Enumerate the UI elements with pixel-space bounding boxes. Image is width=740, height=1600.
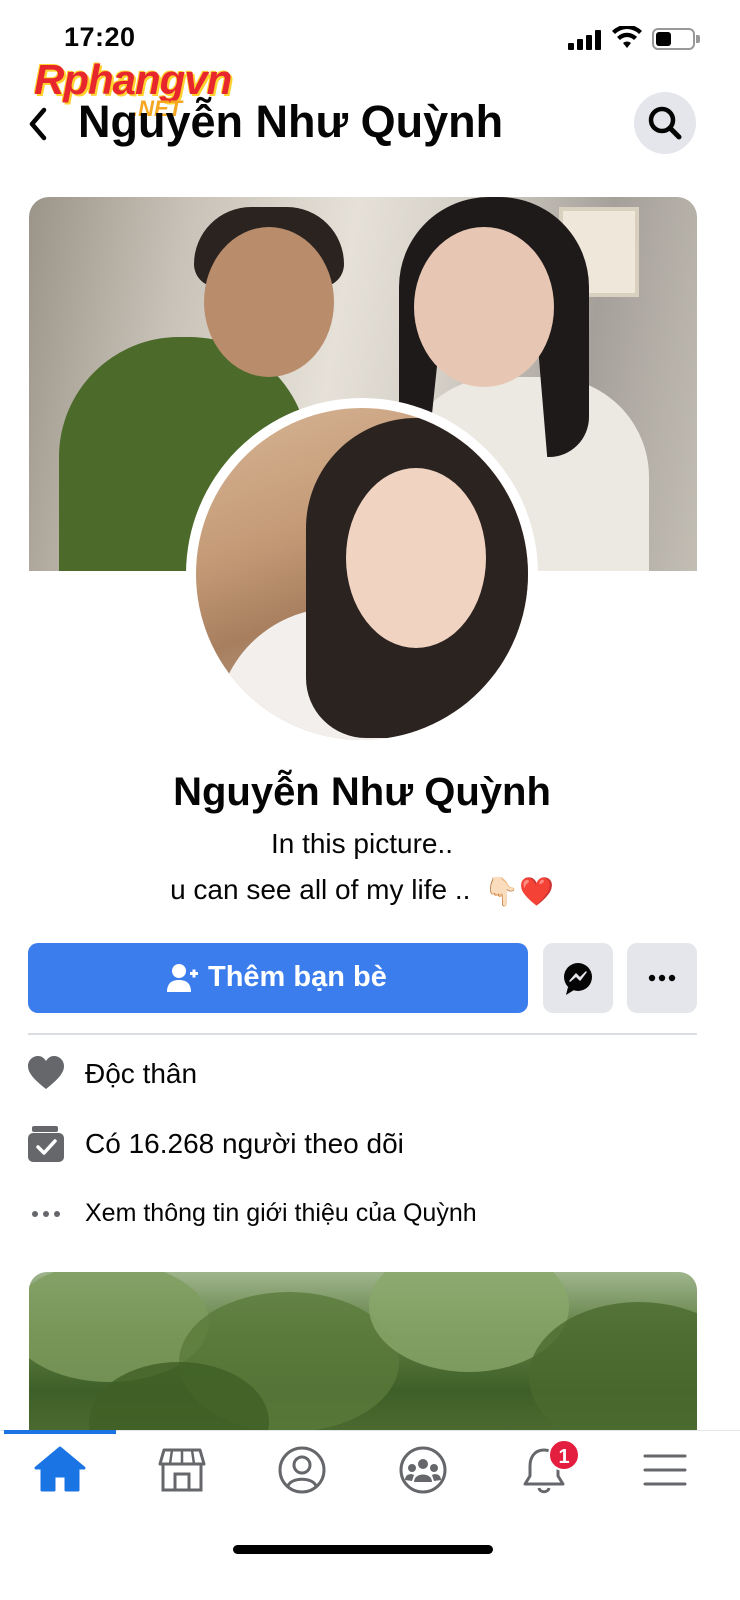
add-friend-icon xyxy=(167,964,198,992)
more-options-button[interactable] xyxy=(627,943,697,1013)
messenger-button[interactable] xyxy=(543,943,613,1013)
notification-badge: 1 xyxy=(548,1439,580,1471)
followers-count: Có 16.268 người theo dõi xyxy=(85,1128,404,1159)
page-title: Nguyễn Như Quỳnh xyxy=(78,96,504,147)
add-friend-label: Thêm bạn bè xyxy=(208,961,387,993)
bottom-tab-bar xyxy=(0,1430,740,1600)
tab-home[interactable] xyxy=(32,1444,88,1496)
search-icon xyxy=(648,106,682,140)
heart-icon xyxy=(28,1056,64,1089)
tab-menu[interactable] xyxy=(637,1444,693,1496)
profile-name: Nguyễn Như Quỳnh xyxy=(173,770,551,814)
tab-profile[interactable] xyxy=(274,1444,330,1496)
active-tab-indicator xyxy=(4,1430,116,1434)
tab-groups[interactable] xyxy=(395,1444,451,1496)
bio-line-1: In this picture.. xyxy=(270,828,454,859)
followers-icon xyxy=(28,1126,64,1162)
wifi-icon xyxy=(612,26,642,48)
battery-icon xyxy=(652,28,700,50)
divider xyxy=(28,1033,697,1035)
about-link[interactable]: Xem thông tin giới thiệu của Quỳnh xyxy=(85,1199,477,1228)
bio-line-2-text: u can see all of my life .. xyxy=(170,874,471,905)
more-icon xyxy=(648,974,676,982)
avatar-image xyxy=(196,408,528,740)
add-friend-button[interactable]: Thêm bạn bè xyxy=(28,943,528,1013)
status-time: 17:20 xyxy=(64,22,136,52)
cellular-signal-icon xyxy=(568,30,602,50)
tab-marketplace[interactable] xyxy=(154,1444,210,1496)
relationship-status: Độc thân xyxy=(85,1058,198,1089)
featured-photo[interactable] xyxy=(29,1272,697,1442)
bio-line-2: u can see all of my life .. 👇🏻❤️ xyxy=(0,874,724,908)
ellipsis-icon xyxy=(32,1211,60,1217)
home-indicator xyxy=(233,1545,493,1554)
back-arrow-icon[interactable] xyxy=(24,104,54,144)
profile-picture[interactable] xyxy=(186,398,538,750)
search-button[interactable] xyxy=(634,92,696,154)
messenger-icon xyxy=(564,963,592,995)
bio-emoji: 👇🏻❤️ xyxy=(484,876,554,908)
status-bar: 17:20 xyxy=(0,0,740,64)
